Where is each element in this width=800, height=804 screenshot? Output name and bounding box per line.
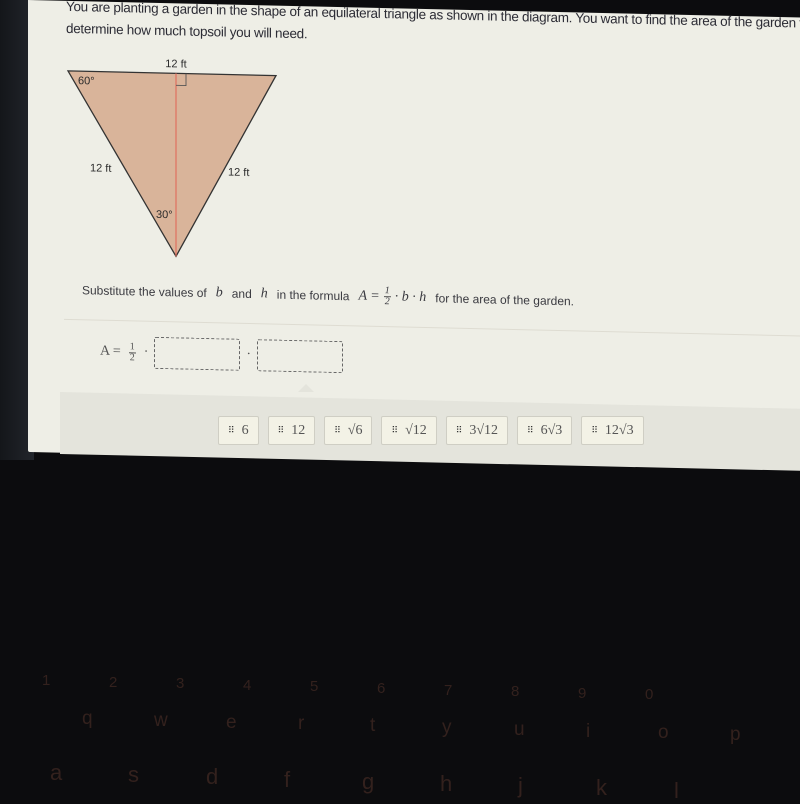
answer-expression: A = 1 2 · · <box>100 336 344 374</box>
tile-label: 12 <box>291 422 306 438</box>
triangle-diagram: 12 ft 60° 12 ft 12 ft 30° <box>64 49 294 274</box>
key-p: p <box>730 724 741 746</box>
tile-label: √6 <box>347 422 363 438</box>
instruction-middle: in the formula <box>276 287 350 303</box>
key-u: u <box>514 718 525 740</box>
fraction-denominator: 2 <box>384 296 390 308</box>
drag-handle-icon: ⠿ <box>591 425 598 436</box>
tile-3-sqrt-12[interactable]: ⠿ 3√12 <box>445 416 509 445</box>
answer-tiles: ⠿ 6 ⠿ 12 ⠿ √6 ⠿ √12 ⠿ 3√12 ⠿ 6√3 ⠿ 12√3 <box>218 416 644 445</box>
tile-label: 6√3 <box>540 422 563 438</box>
formula-rhs: · b · h <box>394 288 427 305</box>
instruction-prefix: Substitute the values of <box>82 282 207 300</box>
key-d: d <box>206 764 219 790</box>
tile-label: 3√12 <box>469 422 499 438</box>
key-2: 2 <box>109 673 118 691</box>
key-1: 1 <box>42 672 51 689</box>
bottom-angle-label: 30° <box>156 209 173 221</box>
top-left-angle-label: 60° <box>78 75 95 87</box>
key-8: 8 <box>511 683 520 701</box>
key-e: e <box>226 711 237 733</box>
left-side-label: 12 ft <box>90 162 111 174</box>
question-prompt: You are planting a garden in the shape o… <box>66 0 800 42</box>
instruction-text: Substitute the values of b and h in the … <box>82 279 574 311</box>
key-t: t <box>370 715 376 737</box>
key-5: 5 <box>310 678 319 696</box>
answer-dot-1: · <box>143 344 149 360</box>
key-g: g <box>362 768 375 794</box>
tile-sqrt-6[interactable]: ⠿ √6 <box>324 416 373 445</box>
answer-lhs: A = <box>100 343 121 360</box>
tile-label: 6 <box>241 422 249 438</box>
section-divider <box>64 318 800 338</box>
answer-fraction-denominator: 2 <box>129 351 135 363</box>
instruction-suffix: for the area of the garden. <box>435 290 574 308</box>
answer-fraction: 1 2 <box>128 340 136 363</box>
key-i: i <box>586 720 591 742</box>
laptop-keyboard: 1234567890qwertyuiopasdfghjkl <box>0 600 800 803</box>
tile-12-sqrt-3[interactable]: ⠿ 12√3 <box>581 416 644 445</box>
tile-sqrt-12[interactable]: ⠿ √12 <box>381 416 437 445</box>
key-4: 4 <box>243 676 252 694</box>
key-6: 6 <box>377 680 386 697</box>
answer-dot-2: · <box>246 346 252 363</box>
key-k: k <box>596 775 607 801</box>
key-7: 7 <box>444 681 453 699</box>
tray-pointer <box>298 384 314 392</box>
answer-fraction-numerator: 1 <box>128 340 136 353</box>
key-r: r <box>298 713 305 735</box>
drag-handle-icon: ⠿ <box>228 425 235 436</box>
key-9: 9 <box>578 684 587 702</box>
formula-lhs: A = <box>358 287 380 304</box>
key-0: 0 <box>645 686 654 704</box>
key-h: h <box>440 771 453 796</box>
tile-6-sqrt-3[interactable]: ⠿ 6√3 <box>517 416 573 445</box>
key-s: s <box>128 762 139 788</box>
tile-label: 12√3 <box>604 422 634 438</box>
tile-label: √12 <box>405 422 427 438</box>
variable-h: h <box>260 285 268 301</box>
variable-b: b <box>215 284 223 300</box>
formula-fraction: 1 2 <box>383 285 391 308</box>
key-o: o <box>658 722 669 744</box>
drag-handle-icon: ⠿ <box>334 425 341 436</box>
drag-handle-icon: ⠿ <box>391 425 398 436</box>
key-w: w <box>154 709 168 731</box>
key-q: q <box>82 708 93 729</box>
drag-handle-icon: ⠿ <box>455 425 463 436</box>
key-y: y <box>442 717 452 738</box>
tile-6[interactable]: ⠿ 6 <box>218 416 259 445</box>
tile-12[interactable]: ⠿ 12 <box>267 416 316 445</box>
instruction-and: and <box>231 286 252 301</box>
key-3: 3 <box>176 675 185 693</box>
area-formula: A = 1 2 · b · h <box>358 285 426 308</box>
top-side-label: 12 ft <box>165 58 186 70</box>
key-a: a <box>50 760 63 785</box>
drop-box-height[interactable] <box>257 339 344 374</box>
right-side-label: 12 ft <box>228 167 249 179</box>
drop-box-base[interactable] <box>154 336 241 371</box>
key-j: j <box>518 773 523 799</box>
drag-handle-icon: ⠿ <box>277 425 285 436</box>
key-f: f <box>284 766 291 792</box>
drag-handle-icon: ⠿ <box>527 425 534 436</box>
